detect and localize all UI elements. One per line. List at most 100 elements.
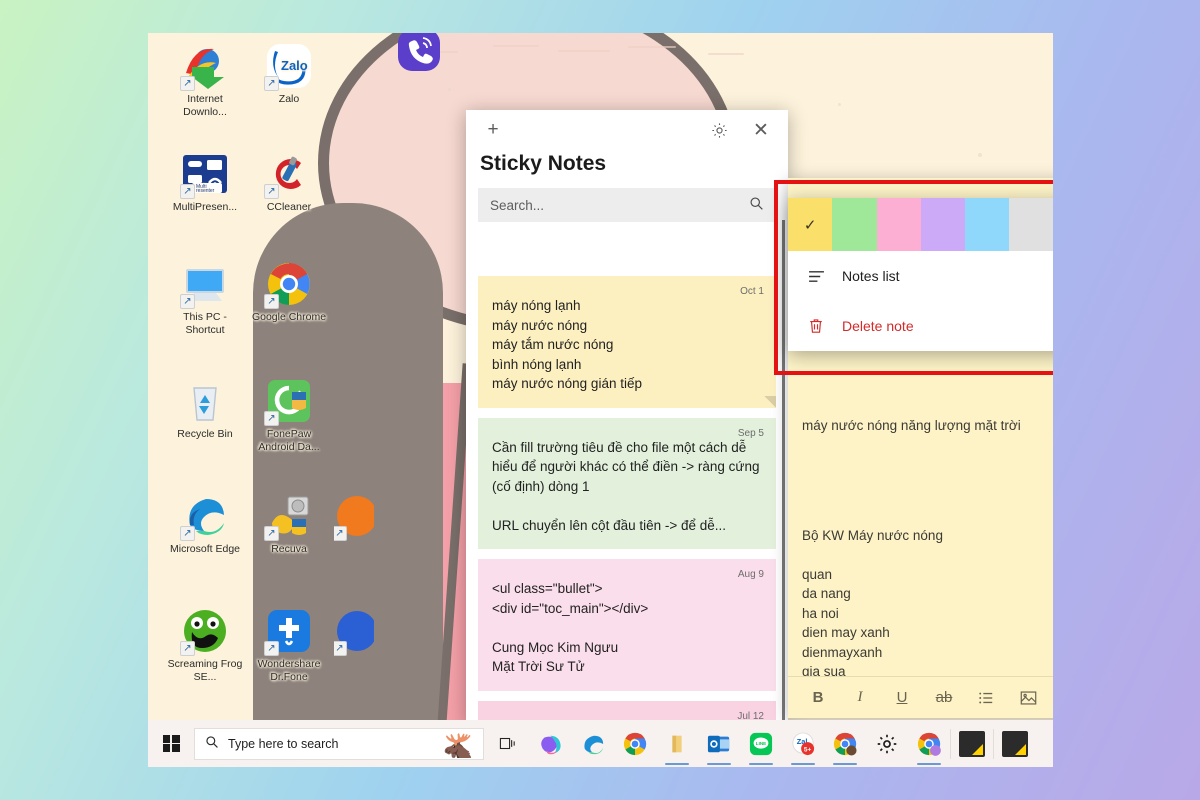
shortcut-overlay-icon [264,76,279,91]
close-icon[interactable]: ✕ [740,111,782,149]
desktop-icon-screaming-frog[interactable]: Screaming Frog SE... [166,608,244,683]
task-view-button[interactable] [484,736,530,751]
shortcut-overlay-icon [264,411,279,426]
shortcut-overlay-icon [264,641,279,656]
taskbar-app-zalo[interactable]: Zal 5+ [782,720,824,767]
desktop-icon-label: Wondershare Dr.Fone [257,658,321,683]
desktop-icon-recuva[interactable]: Recuva [250,493,328,556]
menu-item-delete-note[interactable]: Delete note [788,301,1053,351]
add-note-button[interactable]: + [472,111,514,149]
fonepaw-icon [264,378,312,426]
note-date: Sep 5 [737,427,764,439]
desktop-icon-recycle-bin[interactable]: Recycle Bin [166,378,244,441]
multipresenter-icon: Multi resenter [180,151,228,199]
list-item[interactable]: Sep 5 Cần fill trường tiêu đề cho file m… [478,417,776,549]
desktop-icon-label: Google Chrome [251,311,327,323]
shortcut-overlay-icon [180,526,195,541]
trash-icon [806,318,826,334]
start-button[interactable] [148,720,194,767]
desktop-icon-partial-a[interactable] [334,493,374,543]
note-fold-corner [764,395,776,408]
bold-button[interactable]: B [798,681,838,715]
search-icon [749,196,764,215]
desktop-icon-label: MultiPresen... [172,201,238,213]
shortcut-overlay-icon [264,184,279,199]
shortcut-overlay-icon [180,76,195,91]
search-input[interactable]: Search... [478,188,776,222]
taskbar-app-settings[interactable] [866,720,908,767]
taskbar-app-chrome-music[interactable] [908,720,950,767]
taskbar-app-sticky-notes-2[interactable] [994,720,1036,767]
zalo-icon: Zal 5+ [790,731,816,757]
taskbar-app-sticky-notes-1[interactable] [951,720,993,767]
color-swatch-pink[interactable] [876,198,921,251]
bullet-list-button[interactable] [966,681,1006,715]
desktop-icon-internet-download-manager[interactable]: Internet Downlo... [166,43,244,118]
search-icon [205,735,219,752]
menu-item-label: Delete note [842,318,914,334]
desktop-icon-label: CCleaner [266,201,312,213]
desktop-icon-label: Recuva [271,543,307,555]
settings-gear-icon[interactable] [698,111,740,149]
desktop-icon-google-chrome[interactable]: Google Chrome [250,261,328,324]
color-swatch-blue[interactable] [965,198,1010,251]
desktop-icon-zalo[interactable]: Zalo Zalo [250,43,328,106]
partial-app-icon [334,493,374,541]
taskbar-app-microsoft-edge[interactable] [572,720,614,767]
shortcut-overlay-icon [334,641,347,656]
folder-icon [664,731,690,757]
zalo-icon: Zalo [264,43,312,91]
note-date: Oct 1 [740,286,764,297]
taskbar-search-input[interactable]: Type here to search 🫎 [194,727,484,760]
list-item[interactable]: Oct 1 máy nóng lạnh máy nước nóng máy tắ… [478,276,776,408]
desktop-icon-partial-b[interactable] [334,608,374,658]
desktop-icon-this-pc[interactable]: This PC - Shortcut [166,261,244,336]
notes-list[interactable]: Oct 1 máy nóng lạnh máy nước nóng máy tắ… [466,276,788,725]
taskbar-app-outlook[interactable] [698,720,740,767]
desktop-icon-multipresenter[interactable]: Multi resenter MultiPresen... [166,151,244,214]
search-placeholder: Search... [490,197,545,213]
color-swatch-yellow[interactable]: ✓ [788,198,833,251]
taskbar-search-placeholder: Type here to search [228,736,339,751]
desktop-icon-label: Screaming Frog SE... [167,658,243,683]
taskbar-app-chrome-profile[interactable] [824,720,866,767]
note-preview-text: Cần fill trường tiêu đề cho file một các… [492,439,760,533]
svg-text:5+: 5+ [804,746,812,753]
list-item[interactable]: Aug 9 <ul class="bullet"> <div id="toc_m… [478,559,776,691]
copilot-icon [538,731,564,757]
underline-button[interactable]: U [882,681,922,715]
italic-button[interactable]: I [840,681,880,715]
taskbar-app-line[interactable]: LINE [740,720,782,767]
desktop-icon-label: Microsoft Edge [169,543,241,555]
add-image-button[interactable] [1008,681,1048,715]
color-swatch-green[interactable] [832,198,877,251]
desktop-icon-label: FonePaw Android Da... [258,428,320,453]
desktop-icon-label: Recycle Bin [177,428,233,440]
note-context-menu: ✓ Notes list Delete note [788,198,1053,351]
note-hidden-line: máy nước nóng năng lượng mặt trời [802,418,1021,433]
idm-icon [180,43,228,91]
desktop-icon-fonepaw[interactable]: FonePaw Android Da... [250,378,328,453]
taskbar-app-file-explorer[interactable] [656,720,698,767]
edge-icon [180,493,228,541]
desktop-icon-viber[interactable] [380,33,458,77]
shortcut-overlay-icon [180,184,195,199]
partial-app-icon [334,608,374,656]
note-format-toolbar: B I U ab [788,676,1053,718]
taskbar-app-copilot[interactable] [530,720,572,767]
desktop-icon-microsoft-edge[interactable]: Microsoft Edge [166,493,244,556]
svg-text:Zalo: Zalo [281,58,308,73]
desktop-icon-ccleaner[interactable]: CCleaner [250,151,328,214]
shortcut-overlay-icon [264,294,279,309]
taskbar-app-google-chrome[interactable] [614,720,656,767]
scrollbar[interactable] [782,220,785,720]
color-swatch-gray[interactable] [1009,198,1053,251]
menu-item-notes-list[interactable]: Notes list [788,251,1053,301]
strikethrough-button[interactable]: ab [924,681,964,715]
desktop-icon-wondershare-drfone[interactable]: Wondershare Dr.Fone [250,608,328,683]
note-text: Bộ KW Máy nước nóng quan da nang ha noi … [802,527,943,677]
desktop-icon-label: Internet Downlo... [183,93,227,118]
this-pc-icon [180,261,228,309]
sticky-note-icon [1002,730,1028,757]
color-swatch-purple[interactable] [920,198,966,251]
